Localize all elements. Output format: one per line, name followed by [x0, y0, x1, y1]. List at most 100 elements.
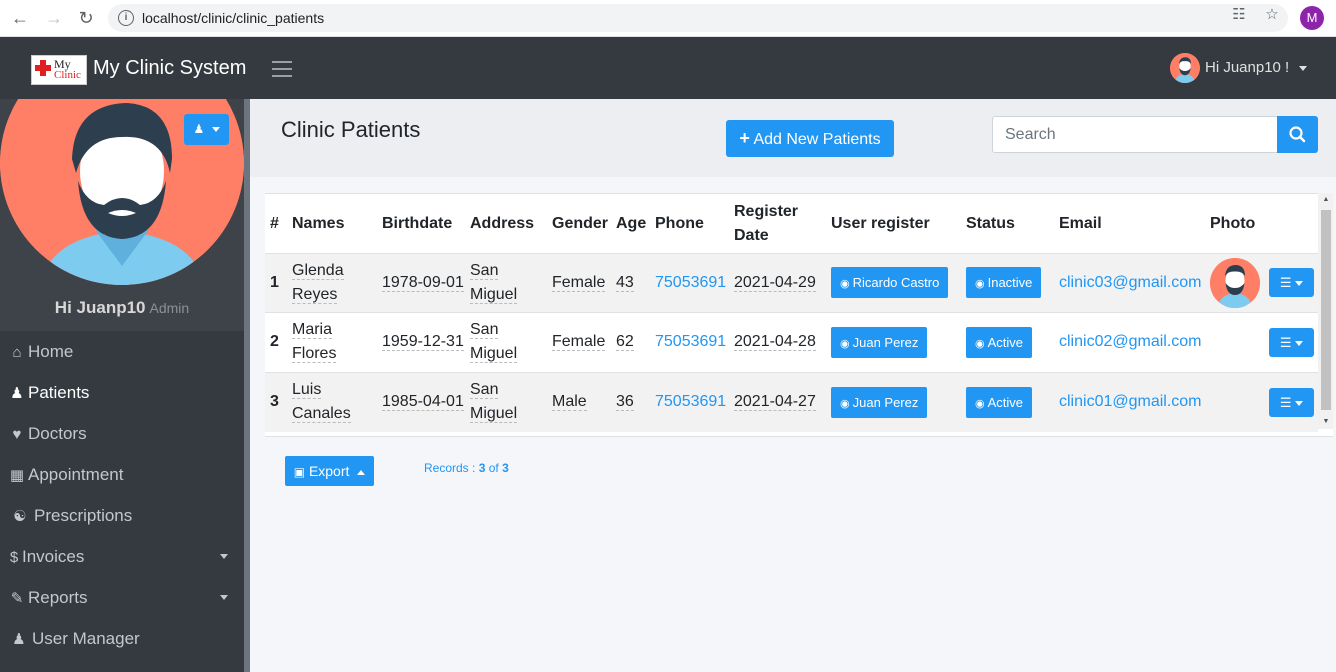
translate-icon[interactable]: ☷: [1230, 6, 1248, 24]
logo-text-clinic: Clinic: [54, 69, 81, 81]
search-button[interactable]: [1277, 116, 1318, 153]
caret-down-icon: [1299, 65, 1308, 71]
column-header[interactable]: Phone: [652, 195, 731, 254]
site-info-icon[interactable]: i: [118, 10, 134, 26]
patient-address[interactable]: San Miguel: [467, 312, 549, 372]
column-header[interactable]: #: [265, 195, 289, 254]
phone-link[interactable]: 75053691: [655, 333, 726, 350]
sidebar-item-label: Reports: [28, 588, 88, 607]
sidebar-item-invoices[interactable]: $ Invoices: [0, 536, 244, 577]
user-register-button[interactable]: ◉ Juan Perez: [831, 326, 928, 358]
patient-name[interactable]: Maria Flores: [289, 312, 379, 372]
records-shown: 3: [478, 461, 486, 475]
export-button[interactable]: ▣ Export: [285, 456, 374, 486]
sidebar-scrollbar[interactable]: [244, 99, 250, 672]
status-button[interactable]: ◉ Active: [966, 326, 1033, 358]
gender-text: Female: [552, 333, 606, 352]
column-header[interactable]: Age: [613, 195, 652, 254]
column-header[interactable]: Email: [1056, 195, 1207, 254]
brand-name[interactable]: My Clinic System: [93, 57, 246, 80]
eye-icon: ◉: [975, 337, 985, 350]
sidebar-item-label: Doctors: [28, 424, 87, 443]
add-new-patients-button[interactable]: + Add New Patients: [726, 120, 894, 157]
sidebar-item-home[interactable]: ⌂ Home: [0, 331, 244, 372]
column-header[interactable]: Gender: [549, 195, 613, 254]
column-header[interactable]: Status: [963, 195, 1056, 254]
profile-options-button[interactable]: ♟: [184, 114, 229, 145]
column-header[interactable]: Register Date: [731, 195, 828, 254]
patient-photo[interactable]: [1210, 257, 1260, 308]
patient-photo-empty: [1207, 371, 1266, 432]
browser-toolbar: ← → ↻ i localhost/clinic/clinic_patients…: [0, 0, 1336, 37]
patient-birthdate[interactable]: 1985-04-01: [379, 371, 467, 432]
row-actions-button[interactable]: ☰: [1269, 387, 1314, 417]
address-text: San Miguel: [470, 381, 518, 423]
status-button[interactable]: ◉ Inactive: [966, 267, 1042, 299]
patient-address[interactable]: San Miguel: [467, 371, 549, 432]
patient-phone[interactable]: 75053691: [652, 252, 731, 313]
page-title: Clinic Patients: [281, 117, 421, 142]
patient-name[interactable]: Luis Canales: [289, 371, 379, 432]
patient-age[interactable]: 36: [613, 371, 652, 432]
patient-birthdate[interactable]: 1978-09-01: [379, 252, 467, 313]
user-register-button[interactable]: ◉ Juan Perez: [831, 386, 928, 418]
back-arrow-icon[interactable]: ←: [10, 8, 30, 28]
sidebar-item-patients[interactable]: ♟ Patients: [0, 372, 244, 413]
row-actions-button[interactable]: ☰: [1269, 327, 1314, 357]
address-bar[interactable]: i localhost/clinic/clinic_patients: [108, 4, 1288, 32]
age-text: 43: [616, 273, 634, 292]
scrollbar-thumb[interactable]: [1321, 210, 1331, 410]
user-register-button[interactable]: ◉ Ricardo Castro: [831, 267, 949, 299]
sidebar-item-reports[interactable]: ✎ Reports: [0, 577, 244, 618]
patient-birthdate[interactable]: 1959-12-31: [379, 312, 467, 372]
patient-name[interactable]: Glenda Reyes: [289, 252, 379, 313]
scroll-down-arrow-icon[interactable]: ▼: [1321, 417, 1331, 427]
status-button[interactable]: ◉ Active: [966, 386, 1033, 418]
column-header[interactable]: User register: [828, 195, 963, 254]
home-icon: ⌂: [12, 344, 22, 361]
patient-address[interactable]: San Miguel: [467, 252, 549, 313]
age-text: 62: [616, 333, 634, 352]
patient-phone[interactable]: 75053691: [652, 312, 731, 372]
patient-register-date[interactable]: 2021-04-27: [731, 371, 828, 432]
sidebar-item-appointment[interactable]: ▦ Appointment: [0, 454, 244, 495]
sidebar-item-doctors[interactable]: ♥ Doctors: [0, 413, 244, 454]
column-header[interactable]: Names: [289, 195, 379, 254]
row-actions-button[interactable]: ☰: [1269, 268, 1314, 298]
column-header[interactable]: Photo: [1207, 195, 1266, 254]
sidebar-item-user-manager[interactable]: ♟ User Manager: [0, 618, 244, 659]
column-header[interactable]: Birthdate: [379, 195, 467, 254]
url-text: localhost/clinic/clinic_patients: [142, 10, 325, 26]
email-link[interactable]: clinic01@gmail.com: [1059, 393, 1202, 410]
email-link[interactable]: clinic02@gmail.com: [1059, 333, 1202, 350]
hamburger-menu-icon[interactable]: [272, 61, 292, 77]
browser-profile-avatar[interactable]: M: [1300, 6, 1324, 30]
sidebar-profile: ♟ Hi Juanp10 Admin: [0, 99, 244, 331]
patient-gender[interactable]: Male: [549, 371, 613, 432]
phone-link[interactable]: 75053691: [655, 393, 726, 410]
forward-arrow-icon[interactable]: →: [44, 8, 64, 28]
phone-link[interactable]: 75053691: [655, 274, 726, 291]
patient-register-date[interactable]: 2021-04-29: [731, 252, 828, 313]
bookmark-star-icon[interactable]: ☆: [1263, 6, 1281, 24]
register-date-text: 2021-04-29: [734, 273, 816, 292]
eye-icon: ◉: [840, 397, 850, 410]
sidebar-item-prescriptions[interactable]: ☯ Prescriptions: [0, 495, 244, 536]
patient-gender[interactable]: Female: [549, 252, 613, 313]
reload-icon[interactable]: ↻: [76, 8, 96, 28]
patient-age[interactable]: 43: [613, 252, 652, 313]
patient-register-date[interactable]: 2021-04-28: [731, 312, 828, 372]
patient-age[interactable]: 62: [613, 312, 652, 372]
search-input[interactable]: [992, 116, 1278, 153]
scroll-up-arrow-icon[interactable]: ▲: [1321, 195, 1331, 205]
bars-icon: ☰: [1279, 275, 1292, 291]
caret-down-icon: [220, 554, 228, 559]
patient-gender[interactable]: Female: [549, 312, 613, 372]
email-link[interactable]: clinic03@gmail.com: [1059, 274, 1202, 291]
sidebar-item-label: Invoices: [22, 547, 85, 566]
column-header[interactable]: Address: [467, 195, 549, 254]
clinic-logo[interactable]: My Clinic: [31, 55, 87, 85]
table-scrollbar[interactable]: ▲ ▼: [1318, 193, 1333, 429]
patient-phone[interactable]: 75053691: [652, 371, 731, 432]
patient-name-text: Maria Flores: [292, 321, 337, 364]
